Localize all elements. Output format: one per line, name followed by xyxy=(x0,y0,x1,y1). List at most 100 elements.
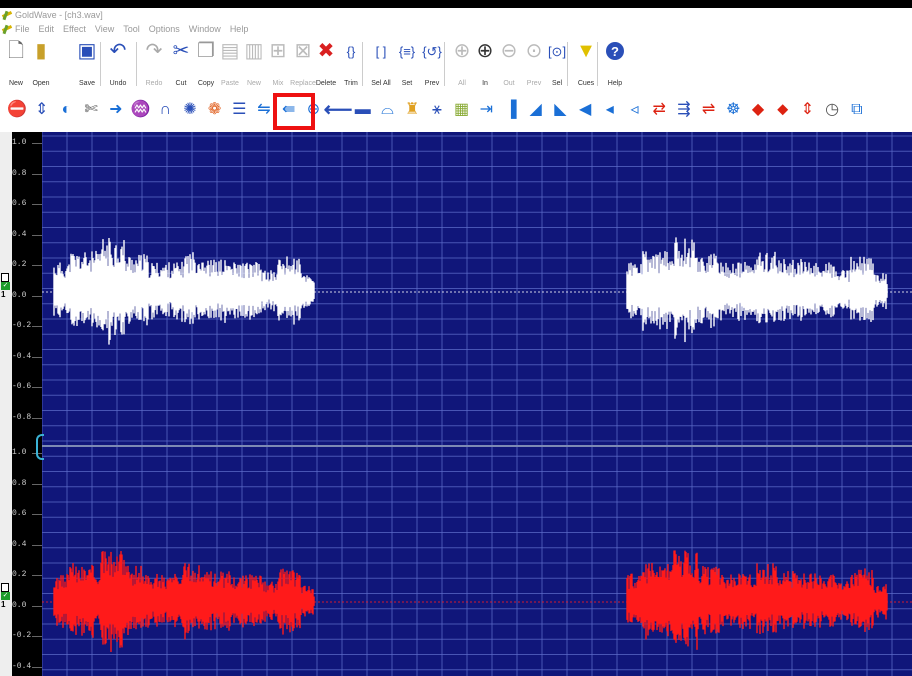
toolbar-separator xyxy=(100,42,101,86)
maximize-icon[interactable]: ⇶ xyxy=(673,98,695,122)
toolbar-button-label: Paste xyxy=(221,80,239,87)
toolbar-button-save[interactable]: ▣ Save xyxy=(73,36,101,92)
channel-mixer-icon[interactable]: ⧉ xyxy=(846,98,868,122)
pitch-icon[interactable]: ▬ xyxy=(352,98,374,122)
channel-toggle-left[interactable]: ✓ 1 xyxy=(1,273,11,299)
clock-icon[interactable]: ◷ xyxy=(821,98,843,122)
amplitude-tick-label: 1.0 xyxy=(12,138,42,147)
menu-bar: File Edit Effect View Tool Options Windo… xyxy=(0,22,912,36)
toolbar-button-new[interactable]: 🗋 New xyxy=(2,36,30,92)
menu-tool[interactable]: Tool xyxy=(123,24,140,34)
checkmark-icon: ✓ xyxy=(1,282,10,290)
offset-icon[interactable]: ⇚ xyxy=(278,98,300,122)
change-volume-icon[interactable]: ◀ xyxy=(574,98,596,122)
dynamics-icon[interactable]: ✄ xyxy=(80,98,102,122)
toolbar-button-help[interactable]: ? Help xyxy=(601,36,629,92)
amplitude-tick-label: -0.4 xyxy=(12,662,42,671)
fade-in-icon[interactable]: ◂ xyxy=(599,98,621,122)
equalizer-icon[interactable]: ♒ xyxy=(130,98,152,122)
window-title: GoldWave - [ch3.wav] xyxy=(15,10,103,20)
playback-cursor-handle[interactable] xyxy=(36,434,44,460)
effects-toolbar: ⛔ ⇕ ◐ ✄ ➜ ♒ ∩ ✺ ❁ ☰ ⇋ ⇚ ⊕ ⟵ ▬ ⌓ ♜ ⚹ ▦ ⇥ ▐ ◢ ◣ ◀ ◂ ◃ ⇄ ⇶ ⇌ ☸ ◆ ⬥ ⇕ ◷ ⧉ xyxy=(0,92,912,130)
toolbar-button-label: Open xyxy=(32,80,50,87)
mechanize-icon[interactable]: ⇋ xyxy=(253,98,275,122)
previous-selection-icon: {↺} xyxy=(422,43,442,59)
toolbar-button-label: Save xyxy=(79,80,95,87)
toolbar-button-label: Mix xyxy=(272,80,284,87)
pan-icon[interactable]: ⊕ xyxy=(302,98,324,122)
toolbar-button-set[interactable]: {≡} Set xyxy=(393,36,421,92)
compressor-icon[interactable]: ⇕ xyxy=(31,98,53,122)
toolbar-button-label: Copy xyxy=(197,80,215,87)
flanger-icon[interactable]: ❁ xyxy=(204,98,226,122)
amplitude-tick-label: -0.2 xyxy=(12,631,42,640)
toolbar-button-label: Help xyxy=(607,80,623,87)
open-folder-icon: ▮ xyxy=(35,40,47,62)
fade-icon[interactable]: ∩ xyxy=(154,98,176,122)
main-toolbar: 🗋 New ▮ Open ▣ Save ↶ Undo ↷ Redo ✂ Cut ❐ Copy ▤ Paste ▥… xyxy=(0,36,912,92)
silence-icon[interactable]: ▦ xyxy=(451,98,473,122)
matcher-icon[interactable]: ⇄ xyxy=(648,98,670,122)
toolbar-button-label: Prev xyxy=(424,80,440,87)
channel-toggle-right[interactable]: ✓ 1 xyxy=(1,583,11,609)
toolbar-button-redo[interactable]: ↷ Redo xyxy=(140,36,168,92)
menu-options[interactable]: Options xyxy=(149,24,180,34)
fade-out-icon[interactable]: ◃ xyxy=(624,98,646,122)
toolbar-button-mix[interactable]: ⊞ Mix xyxy=(264,36,292,92)
toolbar-button-trim[interactable]: {} Trim xyxy=(337,36,365,92)
toolbar-button-cut[interactable]: ✂ Cut xyxy=(167,36,195,92)
toolbar-separator xyxy=(567,42,568,86)
undo-icon: ↶ xyxy=(109,40,127,62)
toolbar-button-label: Sel xyxy=(551,80,563,87)
toolbar-button-open[interactable]: ▮ Open xyxy=(27,36,55,92)
delete-x-icon: ✖ xyxy=(317,40,335,62)
toolbar-button-label: Delete xyxy=(315,80,337,87)
toolbar-button-undo[interactable]: ↶ Undo xyxy=(104,36,132,92)
reverb-icon[interactable]: ♜ xyxy=(401,98,423,122)
channel-strip: ✓ 1 ✓ 1 xyxy=(0,132,12,676)
toolbar-button-sel-all[interactable]: [ ] Sel All xyxy=(367,36,395,92)
channel-number: 1 xyxy=(1,290,6,299)
toolbar-button-cues[interactable]: ▼ Cues xyxy=(572,36,600,92)
set-selection-icon: {≡} xyxy=(398,43,416,59)
left-arrow-icon[interactable]: ⟵ xyxy=(324,98,353,122)
filter-icon[interactable]: ✺ xyxy=(179,98,201,122)
waveform-area[interactable]: ✓ 1 ✓ 1 1.0 0.8 0.6 0.4 0.2 0.0 -0.2 -0.4 -0.6 -0… xyxy=(0,132,912,676)
shape-volume-icon[interactable]: ⇌ xyxy=(698,98,720,122)
toolbar-button-delete[interactable]: ✖ Delete xyxy=(312,36,340,92)
amplitude-tick-label: -0.4 xyxy=(12,352,42,361)
menu-edit[interactable]: Edit xyxy=(39,24,55,34)
toolbar-button-label: New xyxy=(246,80,261,87)
waveform-plot[interactable] xyxy=(42,132,912,676)
noise-reduction-icon[interactable]: ☸ xyxy=(722,98,744,122)
volume-icon[interactable]: ◢ xyxy=(525,98,547,122)
toolbar-button-label: Prev xyxy=(526,80,542,87)
goldwave-window: GoldWave - [ch3.wav] File Edit Effect Vi… xyxy=(0,8,912,676)
menu-window[interactable]: Window xyxy=(189,24,221,34)
toolbar-separator xyxy=(597,42,598,86)
toolbar-button-label: Cues xyxy=(577,80,595,87)
channel-box-icon xyxy=(1,583,9,592)
menu-help[interactable]: Help xyxy=(230,24,249,34)
echo-icon[interactable]: ➜ xyxy=(105,98,127,122)
amplitude-tick-label: 0.0 xyxy=(12,601,42,610)
clip-fixer-icon[interactable]: ⬥ xyxy=(772,98,794,122)
auto-gain-icon[interactable]: ◣ xyxy=(549,98,571,122)
interpolate-icon[interactable]: ⇕ xyxy=(796,98,818,122)
menu-effect[interactable]: Effect xyxy=(63,24,86,34)
toolbar-button-label: New xyxy=(8,80,23,87)
amplitude-tick-label: 0.4 xyxy=(12,540,42,549)
reverse-icon[interactable]: ⚹ xyxy=(426,98,448,122)
toolbar-button-label: Out xyxy=(503,80,515,87)
time-warp-icon[interactable]: ▐ xyxy=(500,98,522,122)
toolbar-button-prev[interactable]: {↺} Prev xyxy=(418,36,446,92)
toolbar-button-out[interactable]: ⊖ Out xyxy=(495,36,523,92)
playback-rate-icon[interactable]: ⌓ xyxy=(377,98,399,122)
stop-sign-icon[interactable]: ⛔ xyxy=(6,98,28,122)
pop-click-icon[interactable]: ◆ xyxy=(747,98,769,122)
spatial-icon[interactable]: ⇥ xyxy=(475,98,497,122)
menu-file[interactable]: File xyxy=(15,24,30,34)
invert-icon[interactable]: ☰ xyxy=(228,98,250,122)
menu-view[interactable]: View xyxy=(95,24,114,34)
doppler-icon[interactable]: ◐ xyxy=(55,98,77,122)
